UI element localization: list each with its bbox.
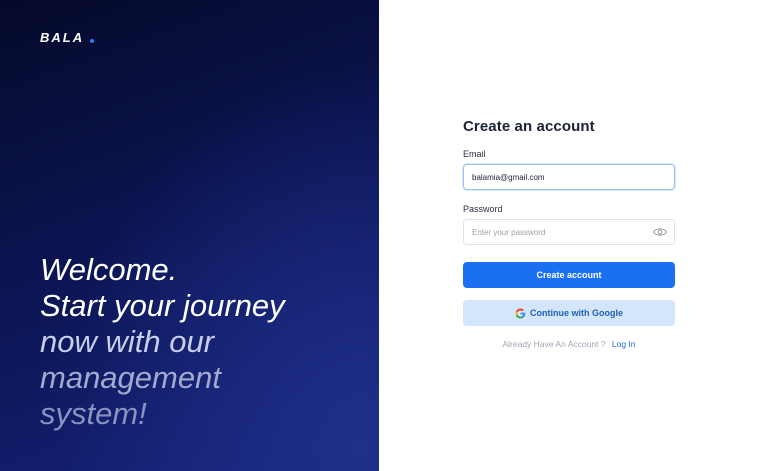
create-account-button[interactable]: Create account <box>463 262 675 288</box>
headline-line: system! <box>40 396 147 431</box>
login-question: Already Have An Account ? <box>502 339 606 349</box>
signup-form: Create an account Email Password Create … <box>463 118 675 349</box>
google-signin-button[interactable]: Continue with Google <box>463 300 675 326</box>
email-field[interactable] <box>463 164 675 190</box>
headline-line: Welcome. <box>40 252 178 287</box>
headline-line: Start your journey <box>40 288 285 323</box>
signup-page: BALA Welcome. Start your journey now wit… <box>0 0 759 471</box>
brand-name: BALA <box>40 30 85 45</box>
login-prompt: Already Have An Account ? Log In <box>463 339 675 349</box>
password-field[interactable] <box>463 219 675 245</box>
form-panel: Create an account Email Password Create … <box>379 0 759 471</box>
login-link[interactable]: Log In <box>612 339 636 349</box>
form-title: Create an account <box>463 118 595 135</box>
brand-logo: BALA <box>40 30 95 45</box>
headline-line: management <box>40 360 221 395</box>
eye-icon[interactable] <box>653 226 667 238</box>
password-field-wrapper <box>463 219 675 245</box>
google-button-label: Continue with Google <box>530 308 623 318</box>
headline-line: now with our <box>40 324 215 359</box>
welcome-headline: Welcome. Start your journey now with our… <box>40 252 285 432</box>
logo-dot-icon <box>90 38 95 43</box>
email-label: Email <box>463 149 486 159</box>
password-label: Password <box>463 204 503 214</box>
google-icon <box>515 307 526 319</box>
welcome-panel: BALA Welcome. Start your journey now wit… <box>0 0 379 471</box>
